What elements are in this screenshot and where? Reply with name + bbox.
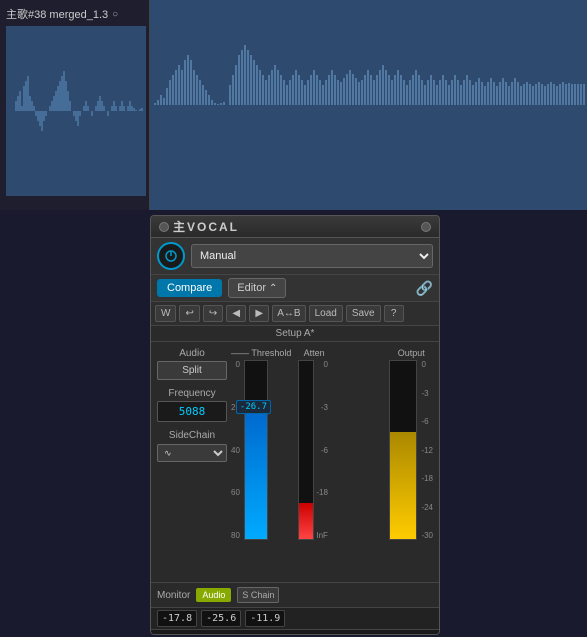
atten-meter [298, 360, 314, 540]
atten-scale: 0 -3 -6 -18 InF [316, 360, 330, 540]
toolbar-undo-btn[interactable]: ↩ [179, 305, 199, 322]
atten-header: Atten [304, 348, 325, 358]
monitor-label: Monitor [157, 590, 190, 601]
toolbar-row: W ↩ ↪ ◀ ▶ A↔B Load Save ? [151, 302, 439, 326]
split-button[interactable]: Split [157, 361, 227, 380]
toolbar-load-btn[interactable]: Load [309, 305, 343, 322]
track-dot: ○ [112, 9, 118, 20]
plugin-window: 主VOCAL Manual Compare Editor ⌃ 🔗 W ↩ ↪ ◀… [150, 215, 440, 635]
audio-monitor-button[interactable]: Audio [196, 588, 231, 602]
output-label: Output [398, 348, 425, 358]
threshold-header: —— Threshold [231, 348, 291, 358]
value-box-1: -17.8 [157, 610, 197, 627]
compare-button[interactable]: Compare [157, 279, 222, 297]
toolbar-back-btn[interactable]: ◀ [226, 305, 246, 322]
track-area: 主歌#38 merged_1.3 ○ [0, 0, 587, 210]
threshold-section: —— Threshold 0 20 40 60 80 [231, 348, 291, 540]
audio-section-label: Audio [157, 348, 227, 359]
track-label-top: 主歌#38 merged_1.3 ○ [6, 6, 143, 22]
value-box-2: -25.6 [201, 610, 241, 627]
track-label: 主歌#38 merged_1.3 ○ [0, 0, 150, 210]
threshold-meter [244, 360, 268, 540]
toolbar-w-btn[interactable]: W [155, 305, 176, 322]
preset-row: Manual [151, 238, 439, 275]
output-meter [389, 360, 417, 540]
threshold-scale: 0 20 40 60 80 [231, 360, 242, 540]
link-icon[interactable]: 🔗 [416, 280, 433, 297]
track-waveform-right [150, 0, 587, 210]
waveform-svg [150, 0, 587, 210]
sidechain-select[interactable]: ∿ [157, 444, 227, 462]
plugin-title: 主VOCAL [173, 218, 239, 235]
waveform-left [6, 26, 146, 196]
output-scale: 0 -3 -6 -12 -18 -24 -30 [419, 360, 433, 540]
title-dot-right[interactable] [421, 222, 431, 232]
threshold-value: -26.7 [236, 400, 271, 414]
value-box-3: -11.9 [245, 610, 285, 627]
toolbar-ab-btn[interactable]: A↔B [272, 305, 305, 322]
center-meters: —— Threshold 0 20 40 60 80 [231, 348, 385, 576]
plugin-body: Audio Split Frequency 5088 SideChain ∿ —… [151, 342, 439, 582]
left-controls: Audio Split Frequency 5088 SideChain ∿ [157, 348, 227, 576]
sidechain-label: SideChain [157, 430, 227, 441]
toolbar-fwd-btn[interactable]: ▶ [249, 305, 269, 322]
preset-select[interactable]: Manual [191, 244, 433, 268]
compare-editor-row: Compare Editor ⌃ 🔗 [151, 275, 439, 302]
title-dot-left[interactable] [159, 222, 169, 232]
setup-label: Setup A* [151, 326, 439, 342]
atten-section: Atten 0 -3 -6 -18 InF [298, 348, 330, 540]
toolbar-redo-btn[interactable]: ↪ [203, 305, 223, 322]
titlebar-left: 主VOCAL [159, 218, 239, 235]
value-displays: -17.8 -25.6 -11.9 [151, 607, 439, 629]
editor-chevron: ⌃ [269, 283, 277, 294]
deesser-label: DeEsser [151, 629, 439, 635]
power-button[interactable] [157, 242, 185, 270]
track-name: 主歌#38 merged_1.3 [6, 6, 108, 22]
power-icon [164, 249, 178, 263]
monitor-section: Monitor Audio S Chain [151, 582, 439, 607]
frequency-display[interactable]: 5088 [157, 401, 227, 422]
toolbar-help-btn[interactable]: ? [384, 305, 404, 322]
plugin-titlebar: 主VOCAL [151, 216, 439, 238]
frequency-label: Frequency [157, 388, 227, 399]
toolbar-save-btn[interactable]: Save [346, 305, 381, 322]
editor-button[interactable]: Editor ⌃ [228, 278, 286, 298]
output-section: Output 0 -3 -6 -12 -18 -24 -30 [389, 348, 433, 576]
schain-monitor-button[interactable]: S Chain [237, 587, 279, 603]
